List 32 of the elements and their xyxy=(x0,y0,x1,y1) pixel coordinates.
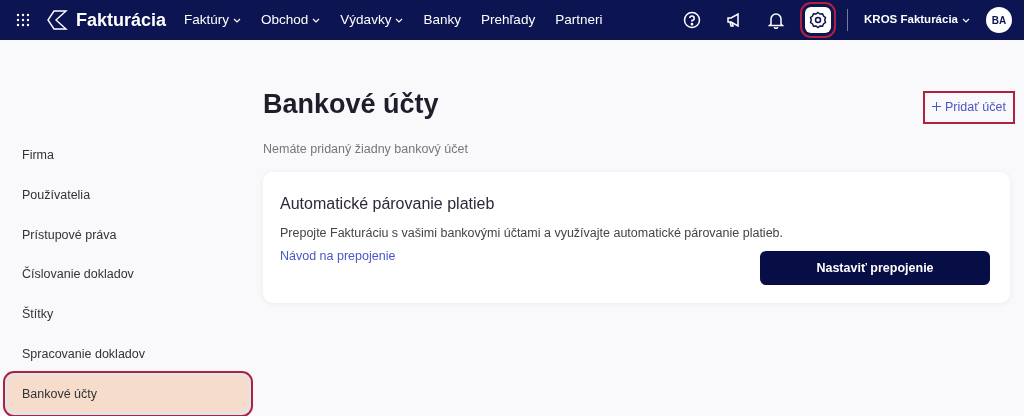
chevron-icon xyxy=(312,17,321,23)
setup-connection-button[interactable]: Nastaviť prepojenie xyxy=(760,250,990,285)
user-avatar[interactable]: BA xyxy=(986,7,1012,33)
nav-menu-item[interactable]: Banky xyxy=(413,9,471,31)
help-icon xyxy=(683,11,702,29)
chevron-icon xyxy=(233,17,242,23)
settings-icon xyxy=(809,11,828,29)
logo-icon xyxy=(46,9,68,31)
nav-menu-item[interactable]: Faktúry xyxy=(174,9,252,31)
sidebar-item[interactable]: Číslovanie dokladov xyxy=(8,256,248,293)
chevron-icon xyxy=(395,17,404,23)
chevron-icon xyxy=(962,17,970,23)
sidebar-item[interactable]: Spracovanie dokladov xyxy=(8,335,248,373)
nav-menu-item[interactable]: Obchod xyxy=(251,9,331,31)
nav-menu-item[interactable]: Prehľady xyxy=(470,9,546,31)
sidebar-item[interactable]: Prístupové práva xyxy=(8,216,248,254)
card-description: Prepojte Fakturáciu s vašimi bankovými účtami a využívajte automatické párovanie platieb. xyxy=(280,225,784,243)
plus-icon xyxy=(932,102,942,111)
card-title: Automatické párovanie platieb xyxy=(280,194,496,215)
brand-name[interactable]: Fakturácia xyxy=(76,6,167,34)
sidebar-item[interactable]: Používatelia xyxy=(8,176,248,214)
sidebar-item[interactable]: Firma xyxy=(8,137,248,174)
nav-menu-item[interactable]: Partneri xyxy=(545,9,613,31)
app-grid-icon[interactable] xyxy=(16,13,30,27)
empty-message: Nemáte pridaný žiadny bankový účet xyxy=(263,141,469,159)
page-title: Bankové účty xyxy=(263,88,439,121)
bell-icon xyxy=(767,11,786,29)
guide-link[interactable]: Návod na prepojenie xyxy=(280,246,396,266)
sidebar-item[interactable]: Štítky xyxy=(8,296,248,333)
add-account-button[interactable]: Pridať účet xyxy=(928,96,1010,119)
account-menu[interactable]: KROS Fakturácia xyxy=(864,11,970,29)
nav-menu-item[interactable]: Výdavky xyxy=(330,9,414,31)
